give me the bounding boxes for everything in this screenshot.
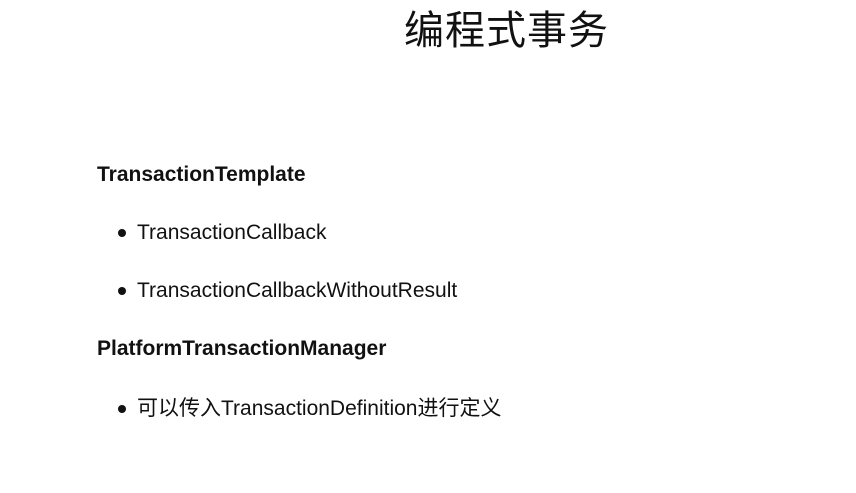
bullet-icon <box>118 405 126 413</box>
section-heading-transaction-template: TransactionTemplate <box>97 163 306 186</box>
bullet-icon <box>118 229 126 237</box>
bullet-text: 可以传入TransactionDefinition进行定义 <box>137 397 502 420</box>
slide-title: 编程式事务 <box>404 9 609 53</box>
slide: 编程式事务 TransactionTemplate TransactionCal… <box>0 0 856 493</box>
section-heading-platform-transaction-manager: PlatformTransactionManager <box>97 337 387 360</box>
bullet-text: TransactionCallbackWithoutResult <box>137 279 458 302</box>
bullet-text: TransactionCallback <box>137 221 327 244</box>
bullet-item: TransactionCallbackWithoutResult <box>118 278 457 304</box>
bullet-icon <box>118 287 126 295</box>
bullet-item: 可以传入TransactionDefinition进行定义 <box>118 396 502 422</box>
bullet-item: TransactionCallback <box>118 220 326 246</box>
